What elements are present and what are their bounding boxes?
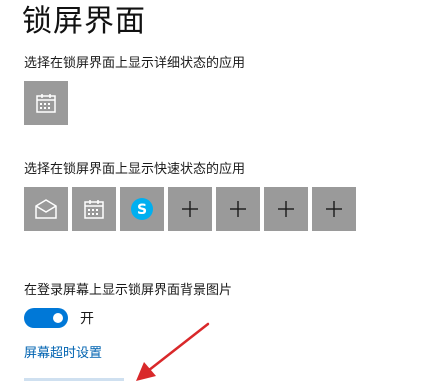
quick-status-app-skype[interactable]: S [120, 187, 164, 231]
quick-status-add-slot-1[interactable] [168, 187, 212, 231]
skype-icon: S [131, 198, 153, 220]
calendar-icon [84, 200, 104, 219]
next-link-cutoff [24, 378, 134, 386]
svg-text:S: S [137, 202, 147, 218]
mail-icon [35, 199, 57, 219]
detailed-status-app-calendar[interactable] [24, 81, 68, 125]
plus-icon [182, 201, 198, 217]
plus-icon [326, 201, 342, 217]
page-title: 锁屏界面 [22, 4, 146, 39]
plus-icon [230, 201, 246, 217]
quick-status-add-slot-2[interactable] [216, 187, 260, 231]
quick-status-label: 选择在锁屏界面上显示快速状态的应用 [24, 162, 246, 177]
quick-status-add-slot-4[interactable] [312, 187, 356, 231]
plus-icon [278, 201, 294, 217]
toggle-state-text: 开 [80, 311, 94, 327]
quick-status-app-mail[interactable] [24, 187, 68, 231]
annotation-arrow-icon [136, 322, 210, 381]
toggle-knob [53, 313, 63, 323]
quick-status-add-slot-3[interactable] [264, 187, 308, 231]
quick-status-app-calendar[interactable] [72, 187, 116, 231]
detailed-status-label: 选择在锁屏界面上显示详细状态的应用 [24, 56, 246, 71]
calendar-icon [36, 94, 56, 113]
signin-background-label: 在登录屏幕上显示锁屏界面背景图片 [24, 283, 233, 298]
screen-timeout-settings-link[interactable]: 屏幕超时设置 [24, 346, 102, 362]
signin-background-toggle[interactable] [24, 308, 68, 328]
